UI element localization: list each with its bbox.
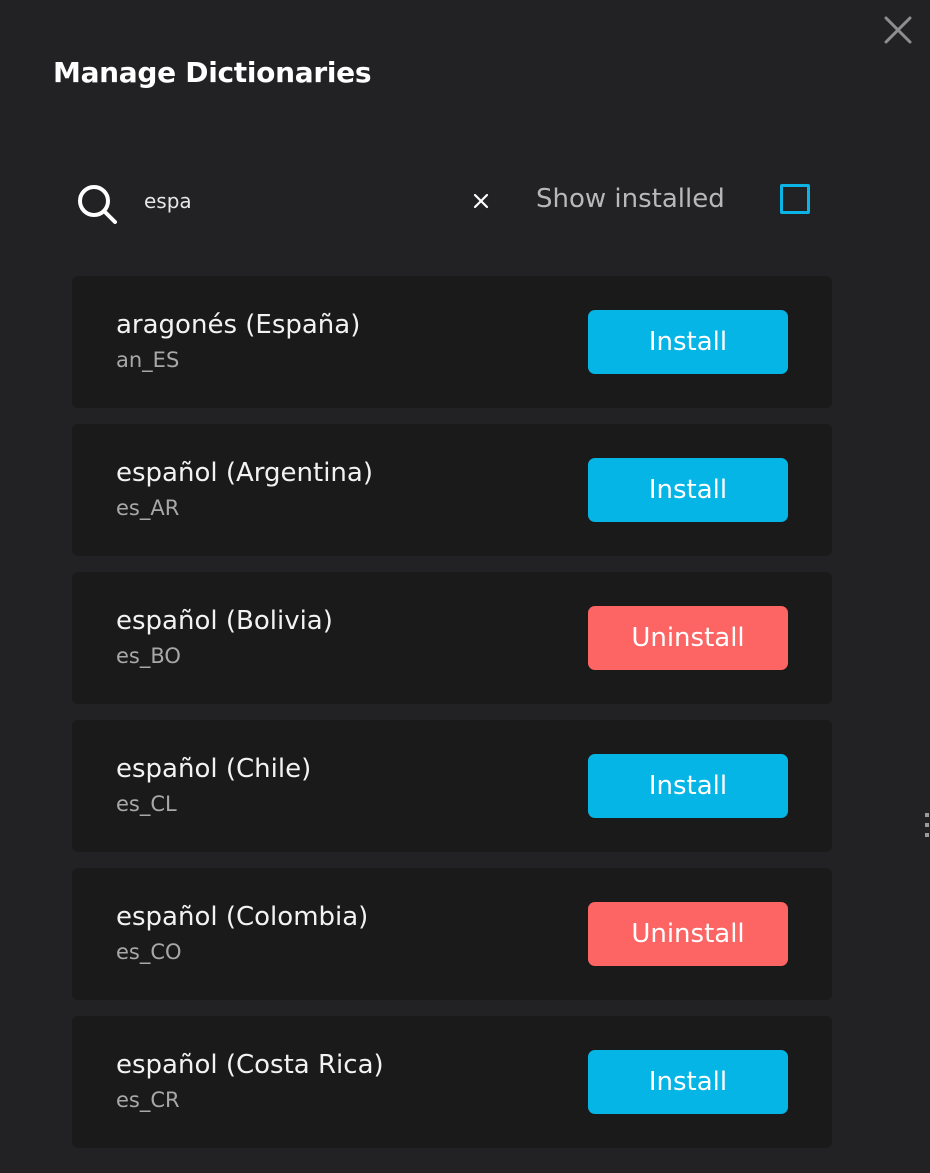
manage-dictionaries-dialog: Manage Dictionaries Show installed arago…: [0, 0, 930, 1173]
dictionary-item: aragonés (España) an_ES Install: [72, 276, 832, 408]
dictionary-item: español (Bolivia) es_BO Uninstall: [72, 572, 832, 704]
resize-handle[interactable]: [925, 813, 930, 843]
dictionary-name: español (Colombia): [116, 902, 369, 932]
dictionary-name: español (Costa Rica): [116, 1050, 384, 1080]
dictionary-code: es_AR: [116, 496, 180, 520]
dictionary-name: español (Bolivia): [116, 606, 333, 636]
uninstall-button[interactable]: Uninstall: [588, 902, 788, 966]
dictionary-code: es_CR: [116, 1088, 180, 1112]
dictionary-name: aragonés (España): [116, 310, 361, 340]
dictionary-code: an_ES: [116, 348, 180, 372]
dictionary-code: es_BO: [116, 644, 181, 668]
dictionary-name: español (Chile): [116, 754, 312, 784]
install-button[interactable]: Install: [588, 754, 788, 818]
dictionary-list: aragonés (España) an_ES Install español …: [72, 276, 832, 1164]
search-icon: [73, 180, 121, 228]
close-icon: [884, 16, 912, 44]
search-input[interactable]: [144, 184, 444, 218]
install-button[interactable]: Install: [588, 1050, 788, 1114]
uninstall-button[interactable]: Uninstall: [588, 606, 788, 670]
show-installed-label: Show installed: [536, 184, 725, 214]
dictionary-code: es_CO: [116, 940, 182, 964]
dictionary-code: es_CL: [116, 792, 177, 816]
show-installed-checkbox[interactable]: [780, 184, 810, 214]
dictionary-item: español (Colombia) es_CO Uninstall: [72, 868, 832, 1000]
install-button[interactable]: Install: [588, 458, 788, 522]
install-button[interactable]: Install: [588, 310, 788, 374]
clear-icon: [473, 193, 489, 209]
dialog-title: Manage Dictionaries: [53, 56, 372, 89]
dictionary-item: español (Costa Rica) es_CR Install: [72, 1016, 832, 1148]
close-button[interactable]: [878, 10, 918, 50]
dictionary-item: español (Argentina) es_AR Install: [72, 424, 832, 556]
dictionary-item: español (Chile) es_CL Install: [72, 720, 832, 852]
dictionary-name: español (Argentina): [116, 458, 373, 488]
clear-search-button[interactable]: [467, 187, 495, 215]
